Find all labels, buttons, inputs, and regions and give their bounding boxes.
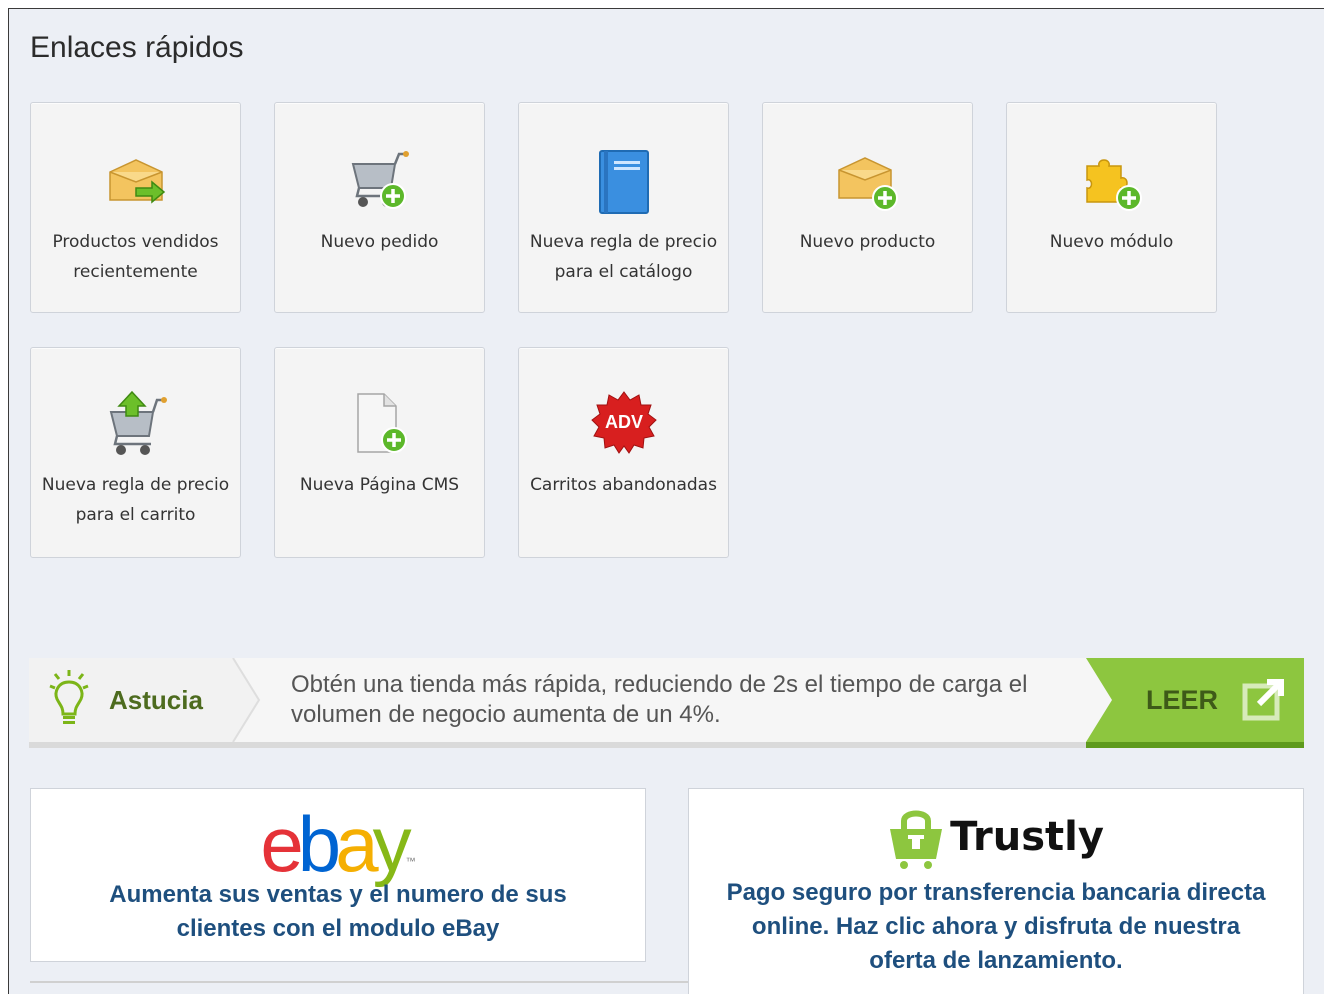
tip-text: Obtén una tienda más rápida, reduciendo … — [291, 671, 1028, 728]
tile-label: Nueva regla de precio para el catálogo — [529, 232, 718, 282]
tile-label: Nueva Página CMS — [299, 475, 460, 495]
ebay-logo-letter: b — [297, 800, 341, 888]
read-button[interactable]: LEER — [1086, 658, 1304, 748]
ebay-logo-letter: y — [372, 800, 412, 888]
ebay-promo-text: Aumenta sus ventas y el numero de sus cl… — [109, 881, 567, 942]
cart-up-icon — [31, 388, 240, 458]
tile-label: Productos vendidos recientemente — [52, 232, 219, 282]
cart-add-icon — [275, 147, 484, 217]
trustly-promo-text: Pago seguro por transferencia bancaria d… — [726, 879, 1266, 974]
tile-recent-products[interactable]: Productos vendidos recientemente — [30, 102, 241, 313]
tile-label: Nuevo producto — [799, 232, 936, 252]
adv-badge-icon: ADV — [519, 388, 728, 458]
tile-new-cms-page[interactable]: Nueva Página CMS — [274, 347, 485, 558]
ebay-promo[interactable]: ebay™ Aumenta sus ventas y el numero de … — [30, 788, 646, 962]
trustly-promo[interactable]: Trustly Pago seguro por transferencia ba… — [688, 788, 1304, 994]
puzzle-add-icon — [1007, 147, 1216, 217]
divider — [30, 981, 688, 983]
read-button-label: LEER — [1146, 685, 1219, 715]
tile-abandoned-carts[interactable]: ADV Carritos abandonadas — [518, 347, 729, 558]
page-add-icon — [275, 388, 484, 458]
trustly-logo: Trustly — [689, 805, 1303, 869]
adv-badge-text: ADV — [604, 412, 642, 432]
book-icon — [519, 147, 728, 217]
tip-bar: Astucia Obtén una tienda más rápida, red… — [29, 658, 1304, 748]
ebay-logo-tm: ™ — [405, 856, 416, 868]
trustly-basket-icon — [890, 810, 943, 869]
tile-new-order[interactable]: Nuevo pedido — [274, 102, 485, 313]
box-arrow-icon — [31, 147, 240, 217]
tile-label: Carritos abandonadas — [530, 475, 717, 495]
ebay-logo-letter: a — [335, 800, 378, 888]
tip-label: Astucia — [109, 685, 203, 715]
tile-new-product[interactable]: Nuevo producto — [762, 102, 973, 313]
ebay-logo: ebay™ — [31, 799, 645, 890]
ebay-logo-letter: e — [260, 800, 303, 888]
box-add-icon — [763, 147, 972, 217]
tile-cart-price-rule[interactable]: Nueva regla de precio para el carrito — [30, 347, 241, 558]
trustly-logo-text: Trustly — [950, 814, 1104, 860]
external-link-icon — [1242, 679, 1284, 721]
tile-label: Nuevo pedido — [320, 232, 439, 252]
tile-label: Nuevo módulo — [1049, 232, 1174, 252]
section-title: Enlaces rápidos — [30, 31, 244, 64]
quick-links-panel: Enlaces rápidos Productos vendidos recie… — [8, 8, 1324, 994]
lightbulb-icon — [49, 670, 89, 724]
tile-label: Nueva regla de precio para el carrito — [41, 475, 230, 525]
tile-new-module[interactable]: Nuevo módulo — [1006, 102, 1217, 313]
tile-catalog-price-rule[interactable]: Nueva regla de precio para el catálogo — [518, 102, 729, 313]
